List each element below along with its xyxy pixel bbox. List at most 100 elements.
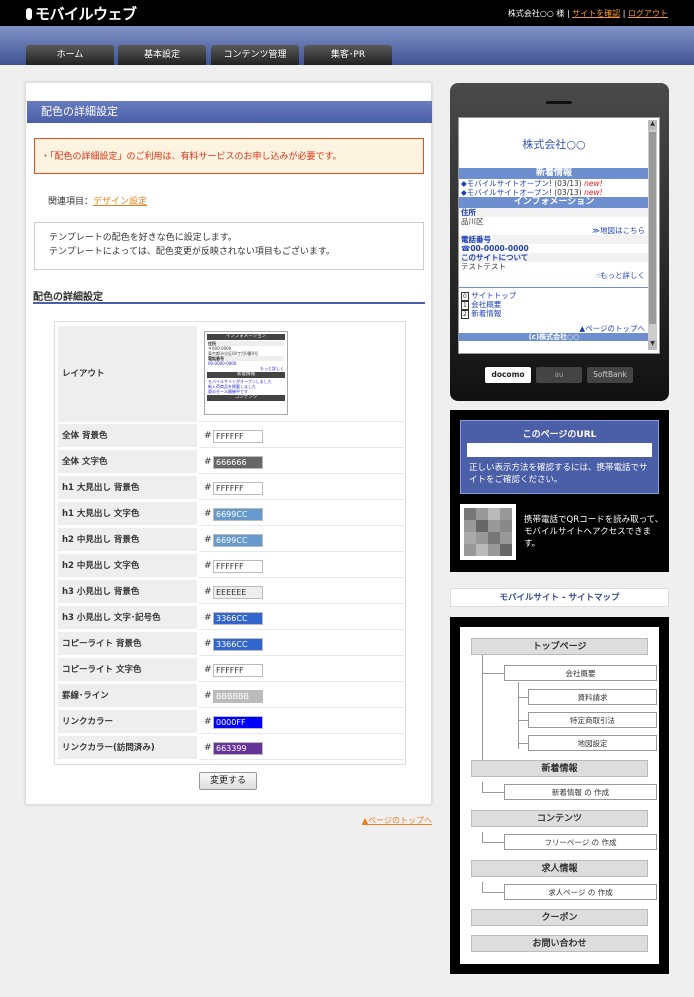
color-row-value: # BBBBBB	[199, 684, 404, 708]
color-input[interactable]: 6699CC	[213, 534, 263, 547]
design-settings-link[interactable]: デザイン設定	[93, 197, 147, 207]
color-row-label: コピーライト 背景色	[58, 632, 197, 656]
color-row: h2 中見出し 文字色 # FFFFFF	[58, 553, 404, 579]
tab-content-management[interactable]: コンテンツ管理	[211, 45, 299, 65]
color-input[interactable]: 666666	[213, 456, 263, 469]
sitemap-map-settings[interactable]: 地図設定	[528, 735, 657, 751]
color-row: h3 小見出し 背景色 # EEEEEE	[58, 579, 404, 605]
nav-band: ホーム 基本設定 コンテンツ管理 集客･PR	[0, 26, 694, 65]
page-url-box: このページのURL 正しい表示方法を確認するには、携帯電話でサイトをご確認くださ…	[450, 410, 669, 572]
phone-about-value: テストテスト	[461, 262, 506, 271]
sitemap-contents[interactable]: コンテンツ	[471, 810, 648, 827]
color-input[interactable]: 663399	[213, 742, 263, 755]
alert-text: 「配色の詳細設定」のご利用は、有料サービスのお申し込みが必要です。	[50, 152, 342, 162]
phone-address-label: 住所	[459, 208, 649, 217]
color-row-value: #6699CC	[199, 502, 404, 526]
sitemap-docs-request[interactable]: 資料請求	[528, 689, 657, 705]
url-field[interactable]	[467, 443, 652, 457]
sitemap-news-create[interactable]: 新着情報 の 作成	[504, 784, 657, 800]
account-links: 株式会社○○ 様 | サイトを確認 | ログアウト	[507, 9, 668, 18]
tab-home[interactable]: ホーム	[26, 45, 114, 65]
sitemap-panel: トップページ 会社概要 資料請求 特定商取引法 地図設定 新着情報 新着情報 の…	[460, 627, 659, 964]
color-input[interactable]: EEEEEE	[213, 586, 263, 599]
color-row-value: #3366CC	[199, 632, 404, 656]
color-row: 全体 背景色 # FFFFFF	[58, 423, 404, 449]
phone-map-link[interactable]: ≫地図はこちら	[459, 226, 649, 235]
tab-basic-settings[interactable]: 基本設定	[118, 45, 206, 65]
color-input[interactable]: FFFFFF	[213, 482, 263, 495]
color-row-label: 全体 文字色	[58, 450, 197, 474]
color-input[interactable]: FFFFFF	[213, 664, 263, 677]
phone-news-bar: 新着情報	[459, 168, 649, 179]
layout-row: レイアウト インフォメーション 住所 〒000-0000 東京都渋谷区00丁目0…	[58, 325, 404, 423]
sitemap-company[interactable]: 会社概要	[504, 665, 657, 681]
color-input[interactable]: 6699CC	[213, 508, 263, 521]
phone-news-item[interactable]: ◆モバイルサイトオープン! (03/13) new!	[459, 188, 649, 197]
color-row-value: #666666	[199, 450, 404, 474]
tab-promotion[interactable]: 集客･PR	[304, 45, 392, 65]
view-site-link[interactable]: サイトを確認	[572, 9, 620, 18]
color-row-label: 全体 背景色	[58, 424, 197, 448]
phone-scrollbar[interactable]: ▲ ▼	[648, 120, 657, 350]
carrier-au-button[interactable]: au	[536, 367, 582, 383]
color-row-label: 罫線･ライン	[58, 684, 197, 708]
color-input[interactable]: 3366CC	[213, 638, 263, 651]
color-row: リンクカラー #0000FF	[58, 709, 404, 735]
phone-news-item[interactable]: ◆モバイルサイトオープン! (03/13) new!	[459, 179, 649, 188]
description-line: テンプレートの配色を好きな色に設定します。	[49, 233, 237, 243]
color-input[interactable]: FFFFFF	[213, 430, 263, 443]
carrier-softbank-button[interactable]: SoftBank	[587, 367, 633, 383]
phone-menu-item[interactable]: 1 会社概要	[459, 300, 649, 310]
hash-symbol: #	[204, 743, 212, 753]
submit-button[interactable]: 変更する	[199, 772, 257, 790]
color-input[interactable]: 0000FF	[213, 716, 263, 729]
sitemap-coupon[interactable]: クーポン	[471, 909, 648, 926]
color-settings-table: レイアウト インフォメーション 住所 〒000-0000 東京都渋谷区00丁目0…	[54, 321, 406, 765]
sitemap-news[interactable]: 新着情報	[471, 760, 648, 777]
color-row-value: # FFFFFF	[199, 658, 404, 682]
phone-menu-item[interactable]: 2 新着情報	[459, 309, 649, 319]
hash-symbol: #	[204, 535, 212, 545]
section-heading: 配色の詳細設定	[33, 288, 425, 304]
carrier-docomo-button[interactable]: docomo	[485, 367, 531, 383]
sitemap-contact[interactable]: お問い合わせ	[471, 935, 648, 952]
thumb-text: もっと詳しく	[260, 366, 284, 371]
sitemap-heading: モバイルサイト - サイトマップ	[450, 588, 669, 607]
logo-icon	[26, 8, 32, 20]
phone-screen: 株式会社○○ 新着情報 ◆モバイルサイトオープン! (03/13) new! ◆…	[458, 117, 660, 354]
hash-symbol: #	[204, 561, 212, 571]
color-row: h3 小見出し 文字･記号色 #3366CC	[58, 605, 404, 631]
logout-link[interactable]: ログアウト	[628, 9, 668, 18]
phone-menu-item[interactable]: 0 サイトトップ	[459, 291, 649, 301]
sitemap-jobs-create[interactable]: 求人ページ の 作成	[504, 884, 657, 900]
color-input[interactable]: BBBBBB	[213, 690, 263, 703]
phone-about-label: このサイトについて	[459, 253, 649, 262]
layout-preview-thumbnail: インフォメーション 住所 〒000-0000 東京都渋谷区00丁目0番0号 電話…	[204, 331, 288, 415]
phone-page-top-link[interactable]: ▲ページのトップへ	[459, 324, 649, 333]
sitemap-free-page-create[interactable]: フリーページ の 作成	[504, 834, 657, 850]
color-row: 全体 文字色 #666666	[58, 449, 404, 475]
color-input[interactable]: FFFFFF	[213, 560, 263, 573]
phone-more-link[interactable]: ☝もっと詳しく	[459, 271, 649, 284]
color-input[interactable]: 3366CC	[213, 612, 263, 625]
color-row-label: リンクカラー	[58, 710, 197, 734]
color-row: 罫線･ライン # BBBBBB	[58, 683, 404, 709]
layout-label: レイアウト	[58, 326, 197, 422]
logo[interactable]: モバイルウェブ	[26, 3, 137, 24]
sitemap-jobs[interactable]: 求人情報	[471, 860, 648, 877]
color-row: リンクカラー(訪問済み) #663399	[58, 735, 404, 761]
page-top-link[interactable]: ▲ページのトップへ	[362, 815, 432, 826]
color-rows: 全体 背景色 # FFFFFF 全体 文字色 #666666 h1 大見出し 背景色 # FF…	[58, 423, 404, 761]
color-row-label: h2 中見出し 背景色	[58, 528, 197, 552]
phone-address-value: 品川区	[461, 217, 484, 226]
url-title: このページのURL	[522, 430, 597, 440]
sitemap-top-page[interactable]: トップページ	[471, 638, 648, 655]
color-row-label: h3 小見出し 背景色	[58, 580, 197, 604]
phone-info-bar: インフォメーション	[459, 197, 649, 208]
phone-tel-value[interactable]: ☎00-0000-0000	[459, 244, 649, 253]
color-row-value: #0000FF	[199, 710, 404, 734]
phone-tel-label: 電話番号	[459, 235, 649, 244]
phone-speaker	[546, 101, 572, 104]
sitemap-commerce-law[interactable]: 特定商取引法	[528, 712, 657, 728]
hash-symbol: #	[204, 457, 212, 467]
